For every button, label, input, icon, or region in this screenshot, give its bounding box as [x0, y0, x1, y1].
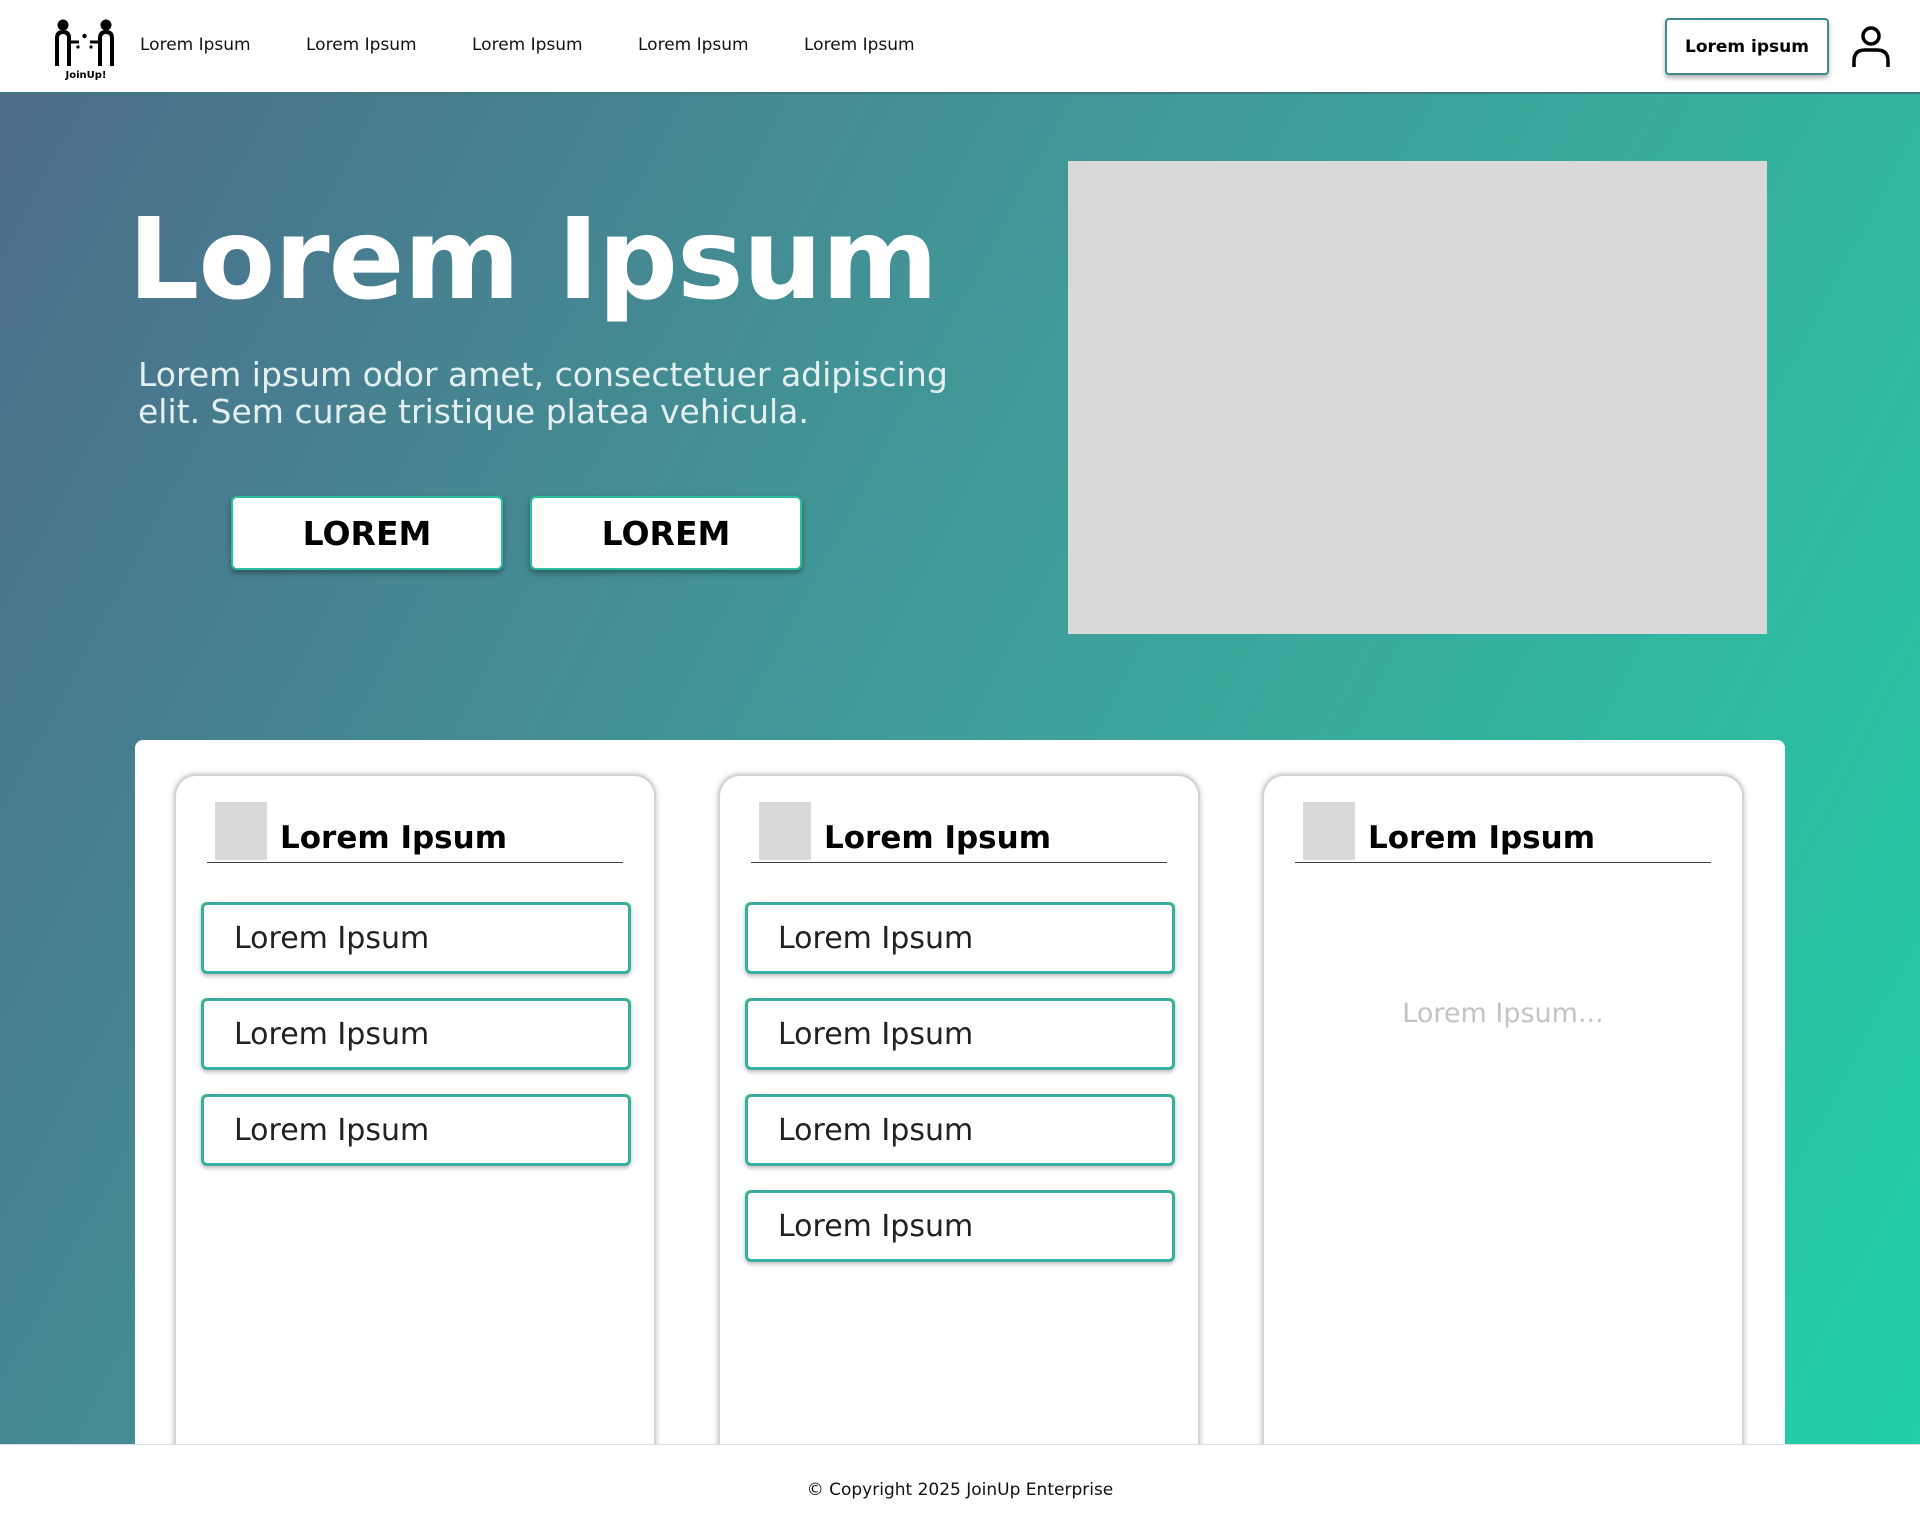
nav-link-3[interactable]: Lorem Ipsum [472, 35, 583, 55]
card-list-item[interactable]: Lorem Ipsum [201, 1094, 631, 1166]
card-2: Lorem Ipsum Lorem Ipsum Lorem Ipsum Lore… [718, 774, 1200, 1474]
card-empty-placeholder: Lorem Ipsum... [1402, 998, 1604, 1029]
card-3: Lorem Ipsum Lorem Ipsum... [1262, 774, 1744, 1474]
card-title: Lorem Ipsum [1368, 820, 1596, 856]
hero-image-placeholder [1068, 161, 1767, 634]
nav-link-1[interactable]: Lorem Ipsum [140, 35, 251, 55]
hero-secondary-button[interactable]: LOREM [530, 496, 802, 570]
card-list-item[interactable]: Lorem Ipsum [201, 998, 631, 1070]
footer-copyright: © Copyright 2025 JoinUp Enterprise [806, 1480, 1114, 1500]
card-list-item[interactable]: Lorem Ipsum [201, 902, 631, 974]
logo-wordmark: JoinUp! [65, 70, 107, 81]
hero-subtitle: Lorem ipsum odor amet, consectetuer adip… [138, 355, 948, 431]
card-1: Lorem Ipsum Lorem Ipsum Lorem Ipsum Lore… [174, 774, 656, 1474]
joinup-logo[interactable]: JoinUp! [52, 18, 120, 88]
card-list-item[interactable]: Lorem Ipsum [745, 1190, 1175, 1262]
card-list-item[interactable]: Lorem Ipsum [745, 998, 1175, 1070]
hero-title: Lorem Ipsum [128, 195, 938, 325]
card-divider [1295, 862, 1711, 863]
header-cta-button[interactable]: Lorem ipsum [1665, 18, 1829, 75]
card-thumbnail [759, 802, 811, 860]
card-divider [751, 862, 1167, 863]
user-icon[interactable] [1851, 25, 1891, 69]
footer: © Copyright 2025 JoinUp Enterprise [0, 1444, 1920, 1539]
card-list-item[interactable]: Lorem Ipsum [745, 1094, 1175, 1166]
nav-link-4[interactable]: Lorem Ipsum [638, 35, 749, 55]
nav-link-2[interactable]: Lorem Ipsum [306, 35, 417, 55]
top-navigation-bar: JoinUp! Lorem Ipsum Lorem Ipsum Lorem Ip… [0, 0, 1920, 94]
nav-link-5[interactable]: Lorem Ipsum [804, 35, 915, 55]
hero-primary-button[interactable]: LOREM [231, 496, 503, 570]
people-handshake-icon [55, 19, 114, 66]
card-title: Lorem Ipsum [824, 820, 1052, 856]
hero-section: Lorem Ipsum Lorem ipsum odor amet, conse… [0, 94, 1920, 1474]
card-thumbnail [215, 802, 267, 860]
cards-panel: Lorem Ipsum Lorem Ipsum Lorem Ipsum Lore… [135, 740, 1785, 1474]
card-title: Lorem Ipsum [280, 820, 508, 856]
card-list-item[interactable]: Lorem Ipsum [745, 902, 1175, 974]
card-thumbnail [1303, 802, 1355, 860]
card-divider [207, 862, 623, 863]
